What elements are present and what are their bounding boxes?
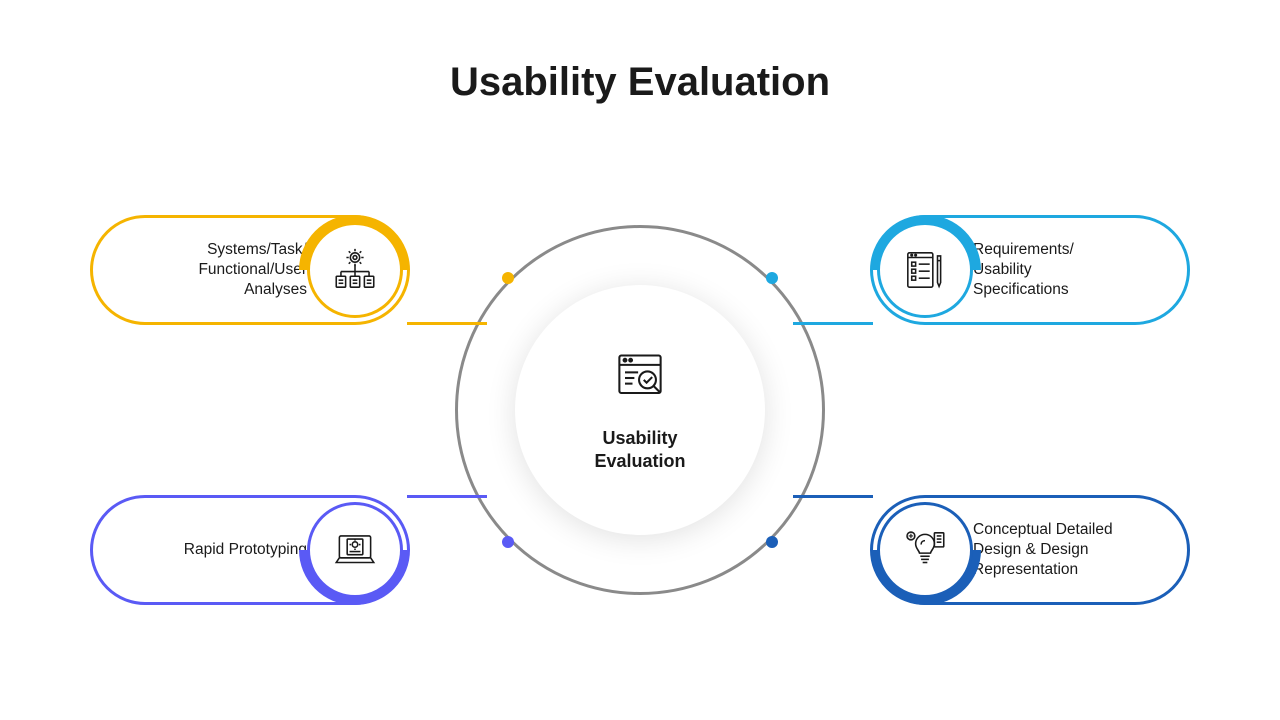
center-node: UsabilityEvaluation [515, 285, 765, 535]
center-label: UsabilityEvaluation [594, 427, 685, 472]
node-label: Conceptual DetailedDesign & DesignRepres… [973, 520, 1157, 580]
connector-dot [502, 272, 514, 284]
connector-line [407, 495, 487, 498]
node-design-representation: Conceptual DetailedDesign & DesignRepres… [870, 495, 1190, 605]
spec-doc-icon [877, 222, 973, 318]
node-label: Systems/Task/Functional/UserAnalyses [123, 240, 307, 300]
connector-dot [502, 536, 514, 548]
connector-dot [766, 272, 778, 284]
design-idea-icon [877, 502, 973, 598]
node-label: Rapid Prototyping [123, 540, 307, 560]
node-requirements-spec: Requirements/UsabilitySpecifications [870, 215, 1190, 325]
node-label: Requirements/UsabilitySpecifications [973, 240, 1157, 300]
connector-line [793, 322, 873, 325]
page-title: Usability Evaluation [0, 60, 1280, 105]
connector-line [407, 322, 487, 325]
org-gear-icon [307, 222, 403, 318]
node-systems-analyses: Systems/Task/Functional/UserAnalyses [90, 215, 410, 325]
prototype-laptop-icon [307, 502, 403, 598]
evaluation-screen-icon [610, 348, 670, 413]
node-rapid-prototyping: Rapid Prototyping [90, 495, 410, 605]
connector-dot [766, 536, 778, 548]
connector-line [793, 495, 873, 498]
